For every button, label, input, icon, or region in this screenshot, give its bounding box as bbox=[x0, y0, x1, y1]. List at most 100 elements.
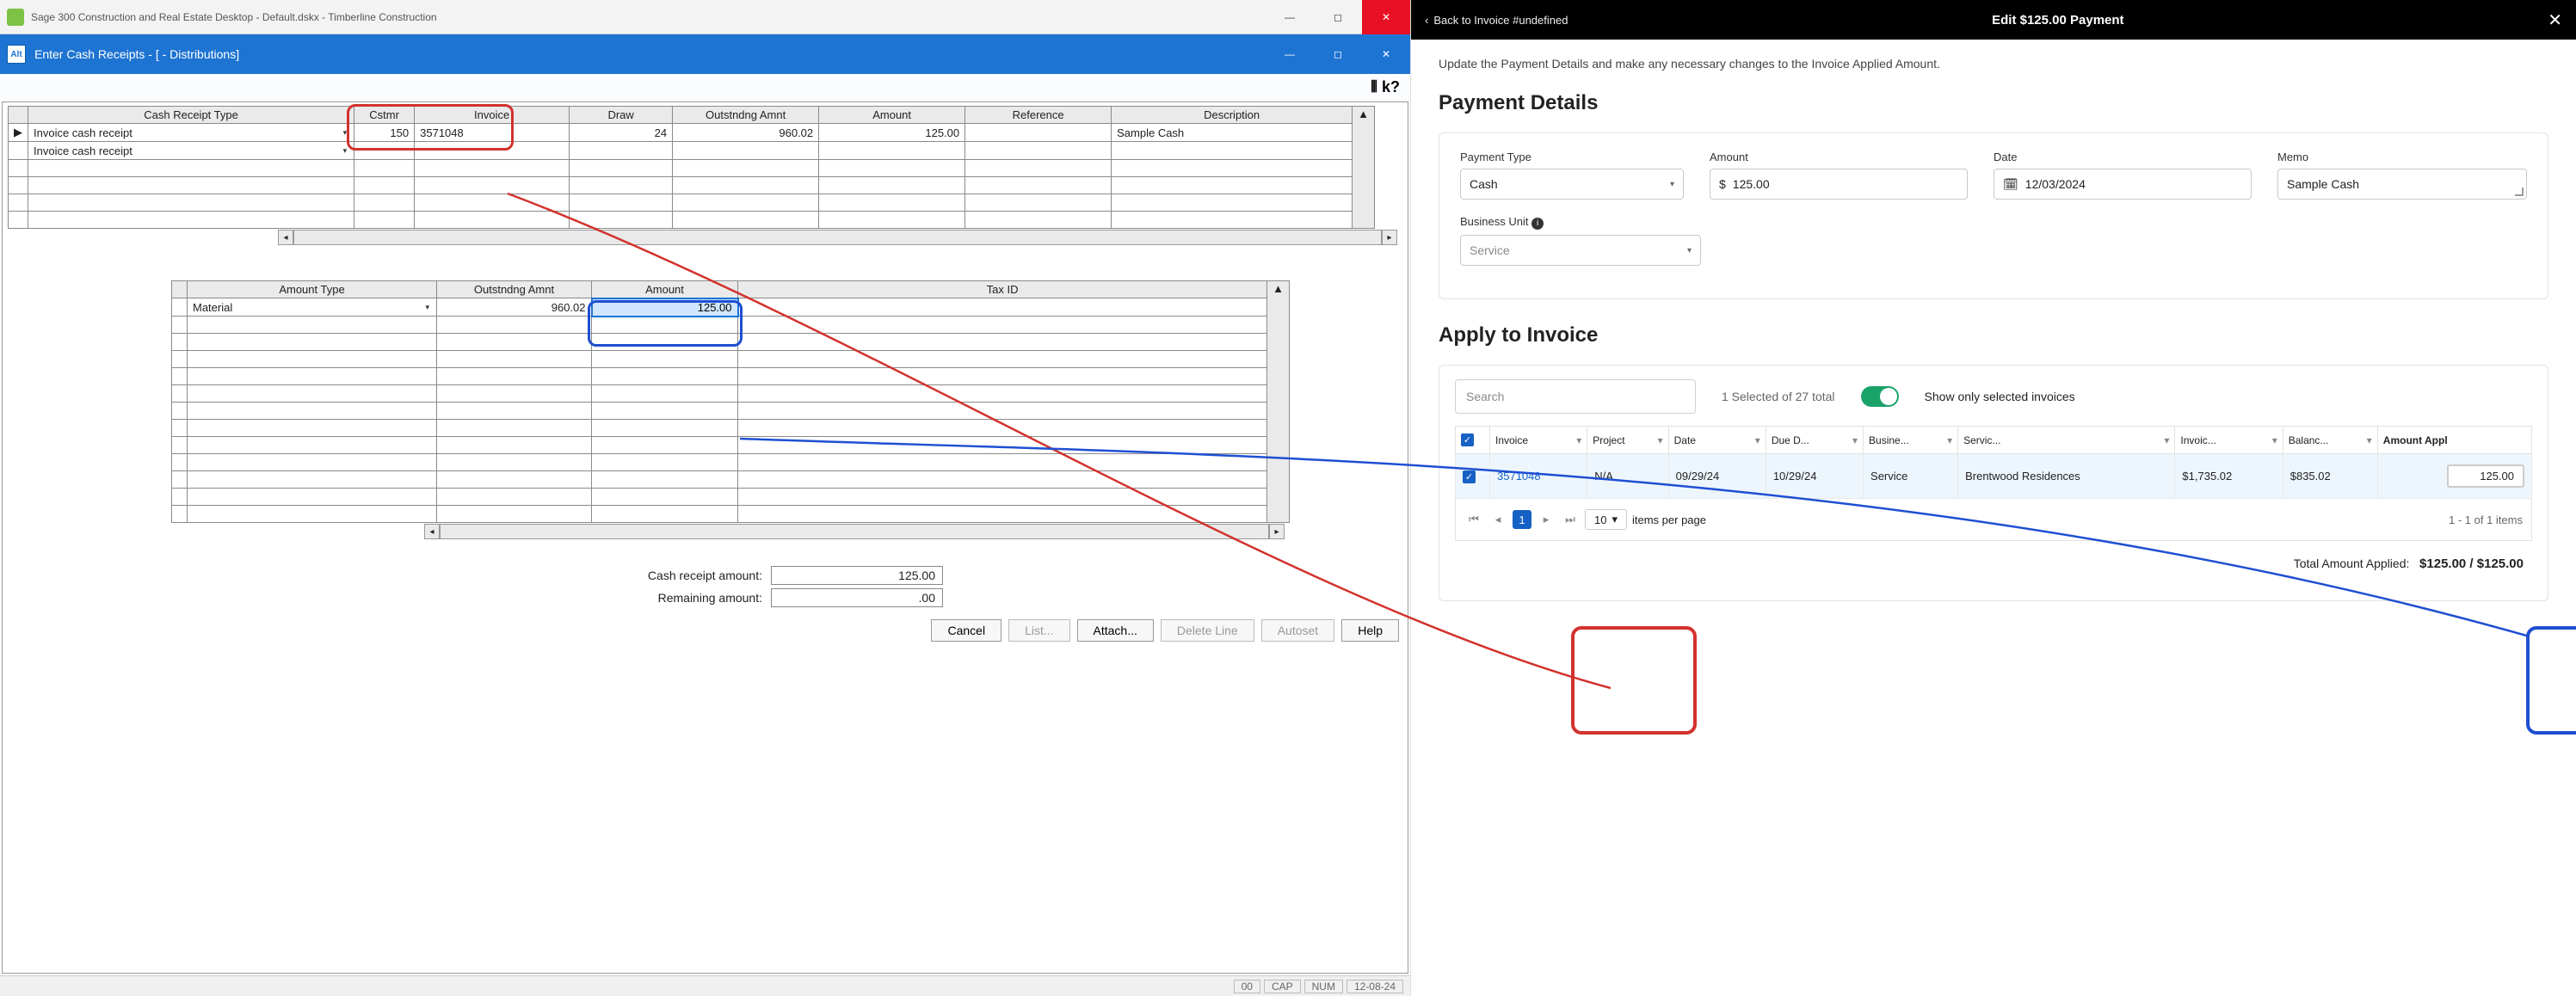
cell-reference[interactable] bbox=[965, 124, 1112, 142]
col-amount[interactable]: Amount bbox=[819, 107, 965, 124]
filter-icon[interactable]: ▾ bbox=[2367, 434, 2372, 446]
scroll-right-icon[interactable]: ▸ bbox=[1382, 230, 1397, 245]
col-amt-out[interactable]: Outstndng Amnt bbox=[437, 281, 592, 298]
close-panel-button[interactable]: ✕ bbox=[2548, 9, 2562, 31]
cell-outstanding[interactable]: 960.02 bbox=[673, 124, 819, 142]
col-description[interactable]: Description bbox=[1112, 107, 1353, 124]
filter-icon[interactable]: ▾ bbox=[1755, 434, 1760, 446]
col-type[interactable]: Cash Receipt Type bbox=[28, 107, 354, 124]
col-due[interactable]: Due D...▾ bbox=[1766, 427, 1863, 454]
sub-maximize-button[interactable]: ◻ bbox=[1314, 37, 1362, 71]
cell-amt-out[interactable]: 960.02 bbox=[437, 298, 592, 317]
col-bu[interactable]: Busine...▾ bbox=[1864, 427, 1958, 454]
col-amt-amt[interactable]: Amount bbox=[592, 281, 738, 298]
grid-row[interactable]: Invoice cash receipt▾ bbox=[9, 142, 1375, 160]
vscroll2[interactable]: ▲ bbox=[1267, 281, 1290, 523]
scroll-left-icon[interactable]: ◂ bbox=[424, 524, 440, 539]
delete-line-button[interactable]: Delete Line bbox=[1161, 619, 1254, 642]
filter-icon[interactable]: ▾ bbox=[1852, 434, 1858, 446]
help-button[interactable]: Help bbox=[1341, 619, 1399, 642]
filter-icon[interactable]: ▾ bbox=[2272, 434, 2277, 446]
col-cstmr[interactable]: Cstmr bbox=[354, 107, 415, 124]
amttype-dropdown[interactable]: Material▾ bbox=[193, 299, 431, 315]
date-input[interactable]: 🗓 12/03/2024 bbox=[1994, 169, 2252, 200]
attach-button[interactable]: Attach... bbox=[1077, 619, 1154, 642]
grid-row[interactable] bbox=[172, 317, 1290, 334]
grid-row[interactable] bbox=[172, 437, 1290, 454]
show-selected-toggle[interactable] bbox=[1861, 386, 1899, 407]
scroll-right-icon[interactable]: ▸ bbox=[1269, 524, 1285, 539]
row-checkbox[interactable]: ✓ bbox=[1463, 470, 1476, 483]
col-bal[interactable]: Balanc...▾ bbox=[2283, 427, 2377, 454]
col-date[interactable]: Date▾ bbox=[1668, 427, 1766, 454]
filter-icon[interactable]: ▾ bbox=[1947, 434, 1952, 446]
context-help-icon[interactable]: ⦀ k? bbox=[1371, 78, 1400, 96]
grid-row[interactable] bbox=[9, 212, 1375, 229]
invoice-row[interactable]: ✓ 3571048 N/A 09/29/24 10/29/24 Service … bbox=[1456, 454, 2532, 499]
grid-row[interactable]: ▶ Invoice cash receipt▾ 150 3571048 24 9… bbox=[9, 124, 1375, 142]
prev-page-button[interactable]: ◂ bbox=[1488, 510, 1507, 529]
grid-row[interactable] bbox=[9, 194, 1375, 212]
grid-row[interactable] bbox=[172, 385, 1290, 403]
next-page-button[interactable]: ▸ bbox=[1537, 510, 1556, 529]
cell-draw[interactable]: 24 bbox=[570, 124, 673, 142]
grid-row[interactable] bbox=[172, 454, 1290, 471]
hscroll[interactable]: ◂ ▸ bbox=[278, 229, 1397, 246]
col-serv[interactable]: Servic...▾ bbox=[1958, 427, 2175, 454]
memo-input[interactable]: Sample Cash bbox=[2277, 169, 2527, 200]
info-icon[interactable]: i bbox=[1531, 218, 1544, 230]
bu-select[interactable]: Service▾ bbox=[1460, 235, 1701, 266]
applied-input[interactable]: 125.00 bbox=[2447, 464, 2524, 488]
page-size-select[interactable]: 10▾ bbox=[1585, 509, 1627, 530]
last-page-button[interactable]: ⏭ bbox=[1561, 510, 1580, 529]
filter-icon[interactable]: ▾ bbox=[2164, 434, 2169, 446]
grid-row[interactable] bbox=[172, 368, 1290, 385]
col-draw[interactable]: Draw bbox=[570, 107, 673, 124]
grid-row[interactable] bbox=[172, 506, 1290, 523]
sub-minimize-button[interactable]: — bbox=[1266, 37, 1314, 71]
grid-row[interactable] bbox=[172, 471, 1290, 489]
cell-cstmr[interactable]: 150 bbox=[354, 124, 415, 142]
amount-grid[interactable]: Amount Type Outstndng Amnt Amount Tax ID… bbox=[171, 280, 1290, 523]
sub-close-button[interactable]: ✕ bbox=[1362, 37, 1410, 71]
cell-amt-amt[interactable]: 125.00 bbox=[592, 298, 738, 317]
invoice-table[interactable]: ✓ Invoice▾ Project▾ Date▾ Due D...▾ Busi… bbox=[1455, 426, 2532, 499]
grid-row[interactable] bbox=[172, 420, 1290, 437]
grid-row[interactable] bbox=[172, 489, 1290, 506]
cell-taxid[interactable] bbox=[738, 298, 1267, 317]
cell-invoice[interactable]: 3571048 bbox=[415, 124, 570, 142]
grid-row[interactable] bbox=[9, 160, 1375, 177]
minimize-button[interactable]: — bbox=[1266, 0, 1314, 34]
col-taxid[interactable]: Tax ID bbox=[738, 281, 1267, 298]
first-page-button[interactable]: ⏮ bbox=[1464, 510, 1483, 529]
maximize-button[interactable]: ◻ bbox=[1314, 0, 1362, 34]
type-dropdown[interactable]: Invoice cash receipt▾ bbox=[34, 125, 348, 140]
filter-icon[interactable]: ▾ bbox=[1576, 434, 1581, 446]
search-input[interactable]: Search bbox=[1455, 379, 1696, 414]
back-link[interactable]: ‹ Back to Invoice #undefined bbox=[1425, 14, 1568, 27]
hscroll2[interactable]: ◂ ▸ bbox=[424, 523, 1285, 540]
invoice-link[interactable]: 3571048 bbox=[1490, 454, 1587, 499]
autoset-button[interactable]: Autoset bbox=[1261, 619, 1334, 642]
distributions-grid[interactable]: Cash Receipt Type Cstmr Invoice Draw Out… bbox=[8, 106, 1375, 229]
grid-row[interactable] bbox=[9, 177, 1375, 194]
close-button[interactable]: ✕ bbox=[1362, 0, 1410, 34]
type-dropdown[interactable]: Invoice cash receipt▾ bbox=[34, 143, 348, 158]
col-project[interactable]: Project▾ bbox=[1587, 427, 1668, 454]
filter-icon[interactable]: ▾ bbox=[1658, 434, 1663, 446]
col-invoice[interactable]: Invoice bbox=[415, 107, 570, 124]
cell-amount[interactable]: 125.00 bbox=[819, 124, 965, 142]
col-invamt[interactable]: Invoic...▾ bbox=[2175, 427, 2283, 454]
cancel-button[interactable]: Cancel bbox=[931, 619, 1001, 642]
grid-row[interactable] bbox=[172, 351, 1290, 368]
col-outstanding[interactable]: Outstndng Amnt bbox=[673, 107, 819, 124]
ptype-select[interactable]: Cash▾ bbox=[1460, 169, 1684, 200]
col-applied[interactable]: Amount Appl bbox=[2377, 427, 2531, 454]
grid-row[interactable]: Material▾ 960.02 125.00 bbox=[172, 298, 1290, 317]
list-button[interactable]: List... bbox=[1008, 619, 1069, 642]
grid-row[interactable] bbox=[172, 403, 1290, 420]
col-reference[interactable]: Reference bbox=[965, 107, 1112, 124]
col-amttype[interactable]: Amount Type bbox=[188, 281, 437, 298]
page-1-button[interactable]: 1 bbox=[1513, 510, 1531, 529]
amount-input[interactable]: $ 125.00 bbox=[1710, 169, 1968, 200]
